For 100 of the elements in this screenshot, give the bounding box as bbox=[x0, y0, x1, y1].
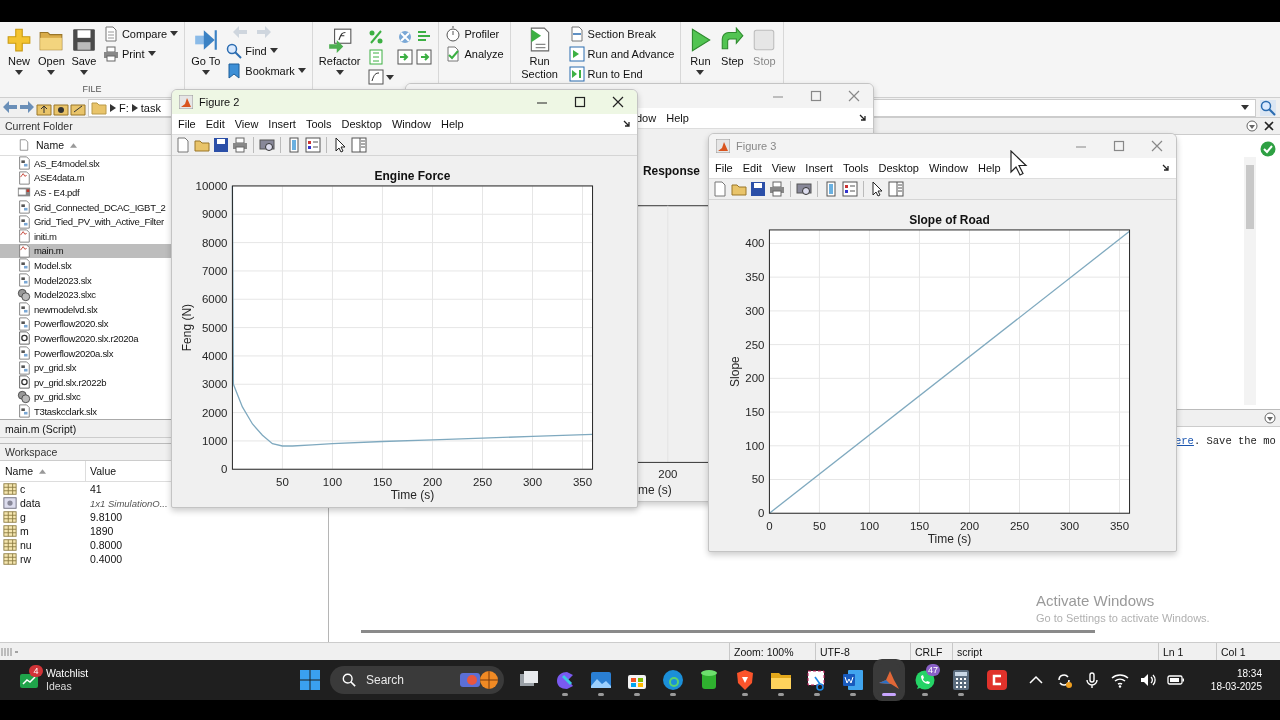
wifi-icon[interactable] bbox=[1110, 671, 1129, 689]
legend-icon[interactable] bbox=[842, 180, 858, 197]
file-list-item[interactable]: AS - E4.pdf bbox=[0, 185, 171, 200]
column-header[interactable]: Value bbox=[90, 465, 117, 477]
toolbar-button[interactable]: Open bbox=[36, 25, 67, 77]
file-list-item[interactable]: Model2023.slx bbox=[0, 272, 171, 288]
file-list-item[interactable]: pv_grid.slxc bbox=[0, 389, 171, 405]
toolbar-button[interactable]: Run to End bbox=[566, 65, 677, 82]
file-list-item[interactable]: Powerflow2020.slx bbox=[0, 316, 171, 332]
pointer-icon[interactable] bbox=[869, 180, 885, 197]
printer-icon[interactable] bbox=[769, 180, 785, 197]
file-list-item[interactable]: Grid_Connected_DCAC_IGBT_2 bbox=[0, 199, 171, 215]
toolbar-button[interactable]: Print bbox=[100, 45, 181, 62]
dropdown-icon[interactable] bbox=[1241, 105, 1249, 110]
toolbar-button[interactable]: Refactor bbox=[316, 25, 363, 77]
toolbar-button[interactable]: Compare bbox=[100, 25, 181, 42]
figure-icon bbox=[179, 94, 193, 109]
dock-arrow-icon[interactable] bbox=[623, 119, 631, 128]
start-icon[interactable] bbox=[300, 670, 320, 690]
menu-item[interactable]: File bbox=[178, 117, 196, 130]
column-header[interactable]: Name bbox=[36, 139, 64, 151]
path-segment[interactable]: F: bbox=[119, 101, 129, 114]
code-tool-button[interactable] bbox=[368, 69, 395, 85]
file-list-item[interactable]: AS_E4model.slx bbox=[0, 156, 171, 171]
dock-arrow-icon[interactable] bbox=[1162, 163, 1170, 172]
close-icon[interactable] bbox=[1264, 121, 1274, 131]
menu-item[interactable]: Insert bbox=[805, 161, 833, 174]
toolbar-button[interactable]: Save bbox=[68, 25, 99, 77]
legend-icon[interactable] bbox=[305, 136, 321, 153]
menu-item[interactable]: View bbox=[771, 161, 796, 174]
search-field[interactable]: Search bbox=[364, 672, 452, 688]
search-bar[interactable]: Search bbox=[330, 666, 504, 694]
function-icon bbox=[326, 27, 353, 53]
menu-item[interactable]: Desktop bbox=[341, 117, 382, 130]
file-list-item[interactable]: ASE4data.m bbox=[0, 170, 171, 186]
toolbar-button[interactable]: Section Break bbox=[566, 25, 677, 42]
menu-item[interactable]: Tools bbox=[842, 161, 869, 174]
menu-item[interactable]: Window bbox=[391, 117, 432, 130]
scrollbar[interactable] bbox=[1244, 157, 1256, 405]
code-tool-icon bbox=[368, 29, 385, 45]
widget-button[interactable]: 4 Watchlist Ideas bbox=[0, 667, 270, 693]
toolbar-button[interactable]: Bookmark bbox=[224, 62, 308, 79]
scrollbar[interactable] bbox=[361, 630, 1095, 633]
toolbar-button[interactable]: Go To bbox=[189, 25, 223, 77]
toolbar-button[interactable]: Run bbox=[685, 25, 716, 77]
file-details: main.m (Script) bbox=[5, 422, 77, 435]
toolbar-button[interactable]: Step bbox=[717, 25, 748, 70]
file-list-item[interactable]: main.m bbox=[0, 243, 171, 259]
dock-arrow-icon[interactable] bbox=[859, 113, 867, 122]
panel-menu-icon[interactable] bbox=[1264, 412, 1276, 424]
printer-icon[interactable] bbox=[232, 136, 248, 153]
forward-arrow-icon[interactable] bbox=[19, 99, 35, 116]
toolbar-button[interactable]: Find bbox=[224, 42, 308, 59]
toolbar-button[interactable]: Analyze bbox=[443, 45, 506, 62]
inspector-icon[interactable] bbox=[888, 180, 904, 197]
menu-item[interactable]: Edit bbox=[742, 161, 762, 174]
window-title-bar[interactable]: Figure 2 bbox=[172, 90, 637, 114]
panel-menu-icon[interactable] bbox=[1246, 120, 1258, 132]
toolbar-button[interactable]: Run Section bbox=[514, 25, 565, 83]
file-list-item[interactable]: newmodelvd.slx bbox=[0, 301, 171, 317]
menu-item[interactable]: Help bbox=[441, 117, 464, 130]
file-list-item[interactable]: T3taskcclark.slx bbox=[0, 404, 171, 419]
pointer-icon[interactable] bbox=[332, 136, 348, 153]
file-list-item[interactable]: initi.m bbox=[0, 228, 171, 244]
inspector-icon[interactable] bbox=[351, 136, 367, 153]
menu-item[interactable]: Window bbox=[928, 161, 969, 174]
maximize-icon[interactable] bbox=[573, 94, 587, 109]
menu-item[interactable]: Edit bbox=[205, 117, 225, 130]
print-preview-icon[interactable] bbox=[796, 180, 812, 197]
colorbar-icon[interactable] bbox=[286, 136, 302, 153]
code-tool-icon bbox=[397, 29, 414, 45]
tick-label: 250 bbox=[472, 476, 493, 489]
colorbar-icon[interactable] bbox=[823, 180, 839, 197]
file-list-item[interactable]: Model.slx bbox=[0, 258, 171, 273]
axis-label: me (s) bbox=[638, 483, 672, 498]
widget-text: Watchlist Ideas bbox=[46, 667, 89, 693]
clock[interactable]: 18:34 18-03-2025 bbox=[1210, 667, 1280, 693]
menu-item[interactable]: Insert bbox=[268, 117, 296, 130]
menu-item[interactable]: Desktop bbox=[878, 161, 919, 174]
menu-item[interactable]: Help bbox=[666, 111, 689, 124]
menu-item[interactable]: Help bbox=[978, 161, 1001, 174]
file-list-item[interactable]: Powerflow2020a.slx bbox=[0, 345, 171, 361]
file-list-item[interactable]: Powerflow2020.slx.r2020a bbox=[0, 331, 171, 346]
toolbar-button[interactable]: Profiler bbox=[443, 25, 506, 42]
column-header[interactable]: Name bbox=[5, 465, 33, 477]
search-icon[interactable] bbox=[1260, 99, 1276, 116]
chat-icon bbox=[914, 669, 936, 691]
file-list-item[interactable]: pv_grid.slx bbox=[0, 360, 171, 375]
menu-item[interactable]: Tools bbox=[305, 117, 332, 130]
file-list-item[interactable]: Grid_Tied_PV_with_Active_Filter bbox=[0, 214, 171, 229]
file-list-item[interactable]: pv_grid.slx.r2022b bbox=[0, 374, 171, 390]
close-icon[interactable] bbox=[611, 94, 625, 109]
toolbar-button[interactable]: Run and Advance bbox=[566, 45, 677, 62]
print-preview-icon[interactable] bbox=[259, 136, 275, 153]
file-list-item[interactable]: Model2023.slxc bbox=[0, 287, 171, 302]
menu-item[interactable]: View bbox=[234, 117, 259, 130]
menu-item[interactable]: File bbox=[715, 161, 733, 174]
path-segment[interactable]: task bbox=[140, 101, 161, 114]
status-text: Zoom: 100% bbox=[734, 645, 794, 658]
toolbar-button[interactable]: New bbox=[4, 25, 34, 77]
